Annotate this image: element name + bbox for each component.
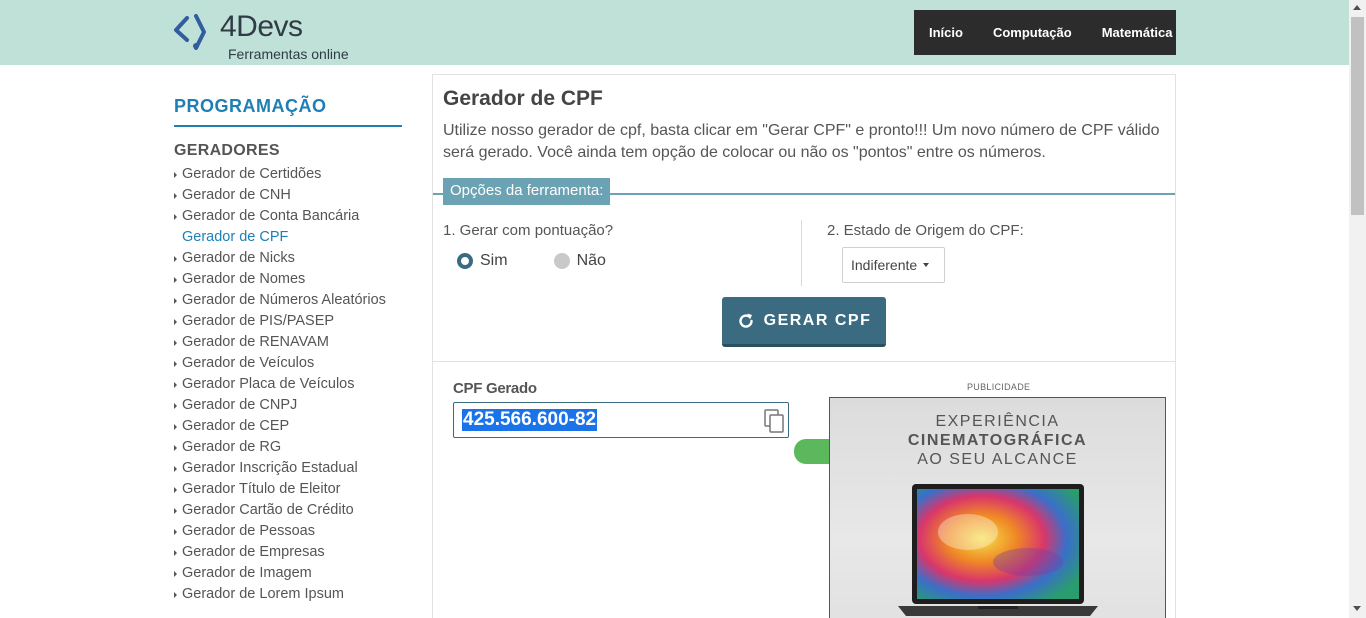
result-divider bbox=[433, 361, 1175, 362]
sidebar-list: Gerador de Certidões Gerador de CNH Gerado… bbox=[174, 165, 402, 604]
sidebar-item[interactable]: Gerador de CPF bbox=[174, 228, 402, 247]
sidebar-item[interactable]: Gerador Placa de Veículos bbox=[174, 375, 402, 394]
sidebar-item[interactable]: Gerador de Nomes bbox=[174, 270, 402, 289]
punctuation-question: 1. Gerar com pontuação? bbox=[443, 222, 614, 239]
sidebar-item[interactable]: Gerador de Veículos bbox=[174, 354, 402, 373]
cpf-result-label: CPF Gerado bbox=[453, 380, 537, 397]
cpf-result-value[interactable]: 425.566.600-82 bbox=[462, 409, 598, 431]
generate-cpf-label: GERAR CPF bbox=[763, 311, 872, 329]
sidebar-item[interactable]: Gerador de PIS/PASEP bbox=[174, 312, 402, 331]
scrollbar-thumb[interactable] bbox=[1351, 17, 1364, 215]
sidebar-item[interactable]: Gerador de Nicks bbox=[174, 249, 402, 268]
sidebar-item[interactable]: Gerador de RENAVAM bbox=[174, 333, 402, 352]
logo-name: 4Devs bbox=[220, 10, 303, 43]
copy-icon[interactable] bbox=[763, 408, 785, 434]
refresh-icon bbox=[738, 313, 753, 328]
sidebar-item[interactable]: Gerador de Lorem Ipsum bbox=[174, 585, 402, 604]
state-question: 2. Estado de Origem do CPF: bbox=[827, 222, 1024, 239]
radio-sim[interactable]: Sim bbox=[457, 252, 508, 270]
radio-sim-label: Sim bbox=[480, 252, 508, 269]
scroll-up-icon[interactable] bbox=[1353, 5, 1361, 10]
top-nav: Início Computação Matemática bbox=[914, 10, 1176, 55]
sidebar-item[interactable]: Gerador Inscrição Estadual bbox=[174, 459, 402, 478]
nav-inicio[interactable]: Início bbox=[914, 25, 978, 40]
sidebar-item[interactable]: Gerador de CNH bbox=[174, 186, 402, 205]
ad-headline-1: EXPERIÊNCIA bbox=[935, 413, 1060, 430]
ad-headline-3: AO SEU ALCANCE bbox=[917, 451, 1078, 468]
sidebar-section-heading: GERADORES bbox=[174, 142, 280, 159]
scroll-down-icon[interactable] bbox=[1353, 606, 1361, 611]
punctuation-radio-group: Sim Não bbox=[457, 252, 652, 270]
sidebar: PROGRAMAÇÃO GERADORES Gerador de Certidõ… bbox=[174, 96, 402, 606]
sidebar-item[interactable]: Gerador de Números Aleatórios bbox=[174, 291, 402, 310]
tool-panel: Gerador de CPF Utilize nosso gerador de … bbox=[432, 74, 1176, 618]
page: 4Devs Ferramentas online Início Computaç… bbox=[0, 0, 1366, 618]
radio-nao-label: Não bbox=[576, 252, 606, 269]
sidebar-item[interactable]: Gerador de CEP bbox=[174, 417, 402, 436]
generate-cpf-button[interactable]: GERAR CPF bbox=[722, 297, 886, 347]
cpf-result-field[interactable]: 425.566.600-82 bbox=[453, 402, 789, 438]
sidebar-item[interactable]: Gerador de Empresas bbox=[174, 543, 402, 562]
radio-nao[interactable]: Não bbox=[553, 252, 606, 270]
sidebar-title[interactable]: PROGRAMAÇÃO bbox=[174, 96, 402, 127]
sidebar-item[interactable]: Gerador de CNPJ bbox=[174, 396, 402, 415]
nav-matematica[interactable]: Matemática bbox=[1087, 25, 1188, 40]
page-description: Utilize nosso gerador de cpf, basta clic… bbox=[443, 122, 1160, 161]
sidebar-item[interactable]: Gerador de RG bbox=[174, 438, 402, 457]
sidebar-item[interactable]: Gerador de Conta Bancária bbox=[174, 207, 402, 226]
vertical-scrollbar[interactable] bbox=[1349, 0, 1366, 618]
advertisement-banner[interactable]: EXPERIÊNCIA CINEMATOGRÁFICA AO SEU ALCAN… bbox=[829, 397, 1166, 618]
state-select[interactable]: Indiferente bbox=[842, 247, 945, 283]
header-bar: 4Devs Ferramentas online Início Computaç… bbox=[0, 0, 1349, 65]
laptop-image bbox=[898, 484, 1098, 616]
ad-label: PUBLICIDADE bbox=[967, 382, 1031, 392]
ad-headline-2: CINEMATOGRÁFICA bbox=[907, 432, 1088, 449]
caret-down-icon bbox=[923, 263, 930, 267]
logo-mark-icon bbox=[174, 14, 206, 50]
sidebar-item[interactable]: Gerador Título de Eleitor bbox=[174, 480, 402, 499]
sidebar-item[interactable]: Gerador de Pessoas bbox=[174, 522, 402, 541]
state-select-value: Indiferente bbox=[851, 257, 918, 273]
page-title: Gerador de CPF bbox=[443, 87, 603, 110]
sidebar-item[interactable]: Gerador de Imagem bbox=[174, 564, 402, 583]
logo-tagline: Ferramentas online bbox=[228, 46, 349, 62]
nav-computacao[interactable]: Computação bbox=[978, 25, 1087, 40]
radio-sim-indicator[interactable] bbox=[457, 253, 473, 269]
options-vertical-divider bbox=[801, 220, 802, 286]
radio-nao-indicator[interactable] bbox=[553, 253, 570, 269]
sidebar-item[interactable]: Gerador de Certidões bbox=[174, 165, 402, 184]
options-heading: Opções da ferramenta: bbox=[443, 178, 611, 205]
sidebar-item[interactable]: Gerador Cartão de Crédito bbox=[174, 501, 402, 520]
site-logo[interactable]: 4Devs Ferramentas online bbox=[172, 8, 352, 62]
